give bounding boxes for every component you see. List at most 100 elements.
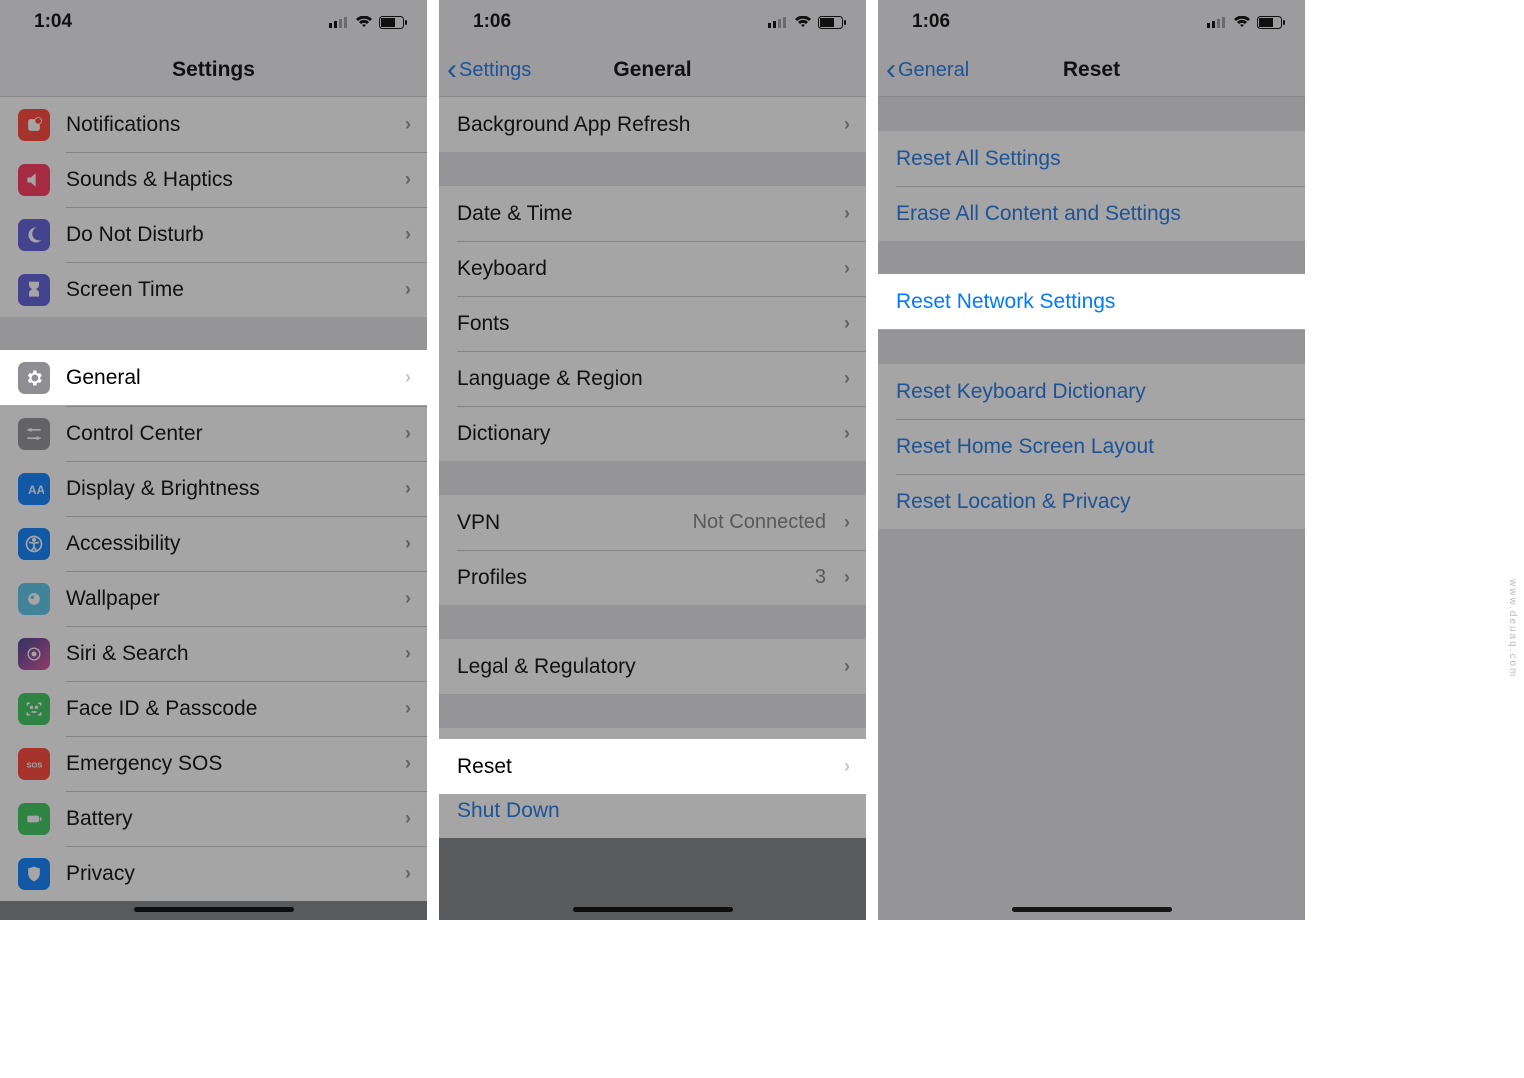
nav-title: Reset (1063, 58, 1120, 82)
row-reset-all[interactable]: Reset All Settings (878, 131, 1305, 186)
chevron-right-icon: › (405, 698, 411, 719)
display-icon: AA (18, 473, 50, 505)
screentime-icon (18, 274, 50, 306)
battery-icon (18, 803, 50, 835)
row-wallpaper[interactable]: Wallpaper› (0, 571, 427, 626)
row-language[interactable]: Language & Region› (439, 351, 866, 406)
status-bar: 1:06 (439, 0, 866, 44)
status-icons (768, 16, 846, 29)
row-reset-keyboard[interactable]: Reset Keyboard Dictionary (878, 364, 1305, 419)
row-legal[interactable]: Legal & Regulatory› (439, 639, 866, 694)
nav-bar: ‹General Reset (878, 44, 1305, 97)
row-reset-location[interactable]: Reset Location & Privacy (878, 474, 1305, 529)
row-fonts[interactable]: Fonts› (439, 296, 866, 351)
chevron-right-icon: › (405, 279, 411, 300)
chevron-right-icon: › (844, 756, 850, 777)
chevron-right-icon: › (405, 224, 411, 245)
home-indicator[interactable] (134, 907, 294, 912)
row-controlcenter[interactable]: Control Center› (0, 406, 427, 461)
row-label: Reset (457, 755, 512, 779)
section-gap (0, 317, 427, 351)
chevron-right-icon: › (405, 863, 411, 884)
nav-bar: Settings (0, 44, 427, 97)
chevron-right-icon: › (405, 753, 411, 774)
status-time: 1:06 (912, 11, 950, 33)
row-notifications[interactable]: Notifications› (0, 97, 427, 152)
status-bar: 1:06 (878, 0, 1305, 44)
row-reset-highlight[interactable]: Reset › (439, 739, 866, 794)
chevron-right-icon: › (405, 423, 411, 444)
back-button[interactable]: ‹Settings (447, 44, 531, 96)
row-bg-refresh[interactable]: Background App Refresh› (439, 97, 866, 152)
chevron-right-icon: › (405, 114, 411, 135)
back-button[interactable]: ‹General (886, 44, 969, 96)
chevron-right-icon: › (405, 533, 411, 554)
section-gap (439, 152, 866, 186)
chevron-right-icon: › (405, 367, 411, 388)
section-gap (439, 694, 866, 728)
dnd-icon (18, 219, 50, 251)
row-display[interactable]: AADisplay & Brightness› (0, 461, 427, 516)
row-detail: 3 (815, 566, 826, 589)
row-accessibility[interactable]: Accessibility› (0, 516, 427, 571)
chevron-right-icon: › (405, 478, 411, 499)
section-gap (878, 97, 1305, 131)
row-faceid[interactable]: Face ID & Passcode› (0, 681, 427, 736)
chevron-right-icon: › (844, 512, 850, 533)
watermark: www.deuaq.com (1507, 579, 1518, 678)
row-battery[interactable]: Battery› (0, 791, 427, 846)
row-general-highlight[interactable]: General › (0, 350, 427, 405)
home-indicator[interactable] (573, 907, 733, 912)
row-dnd[interactable]: Do Not Disturb› (0, 207, 427, 262)
chevron-left-icon: ‹ (886, 55, 896, 85)
siri-icon (18, 638, 50, 670)
general-icon (18, 362, 50, 394)
section-gap (878, 241, 1305, 275)
row-reset-homescreen[interactable]: Reset Home Screen Layout (878, 419, 1305, 474)
sos-icon: SOS (18, 748, 50, 780)
reset-screen: 1:06 ‹General Reset Reset All Settings E… (878, 0, 1305, 920)
section-gap (878, 529, 1305, 920)
status-time: 1:04 (34, 11, 72, 33)
notifications-icon (18, 109, 50, 141)
row-profiles[interactable]: Profiles3› (439, 550, 866, 605)
row-keyboard[interactable]: Keyboard› (439, 241, 866, 296)
home-indicator[interactable] (1012, 907, 1172, 912)
chevron-right-icon: › (844, 368, 850, 389)
row-dictionary[interactable]: Dictionary› (439, 406, 866, 461)
accessibility-icon (18, 528, 50, 560)
chevron-right-icon: › (844, 567, 850, 588)
chevron-right-icon: › (405, 169, 411, 190)
section-gap (439, 461, 866, 495)
chevron-right-icon: › (844, 203, 850, 224)
wallpaper-icon (18, 583, 50, 615)
section-gap (878, 330, 1305, 364)
row-siri[interactable]: Siri & Search› (0, 626, 427, 681)
row-detail: Not Connected (693, 511, 826, 534)
chevron-right-icon: › (844, 423, 850, 444)
row-label: General (66, 366, 141, 390)
sounds-icon (18, 164, 50, 196)
row-privacy[interactable]: Privacy› (0, 846, 427, 901)
row-sos[interactable]: SOSEmergency SOS› (0, 736, 427, 791)
row-screentime[interactable]: Screen Time› (0, 262, 427, 317)
svg-text:SOS: SOS (27, 760, 43, 769)
row-reset-network-highlight[interactable]: Reset Network Settings (878, 274, 1305, 329)
chevron-right-icon: › (844, 114, 850, 135)
status-bar: 1:04 (0, 0, 427, 44)
controlcenter-icon (18, 418, 50, 450)
nav-title: General (613, 58, 691, 82)
faceid-icon (18, 693, 50, 725)
chevron-right-icon: › (405, 643, 411, 664)
row-vpn[interactable]: VPNNot Connected› (439, 495, 866, 550)
section-gap (439, 605, 866, 639)
privacy-icon (18, 858, 50, 890)
chevron-right-icon: › (844, 258, 850, 279)
status-icons (1207, 16, 1285, 29)
chevron-right-icon: › (405, 808, 411, 829)
general-screen: 1:06 ‹Settings General Background App Re… (439, 0, 866, 920)
row-erase-all[interactable]: Erase All Content and Settings (878, 186, 1305, 241)
row-datetime[interactable]: Date & Time› (439, 186, 866, 241)
row-sounds[interactable]: Sounds & Haptics› (0, 152, 427, 207)
chevron-right-icon: › (405, 588, 411, 609)
